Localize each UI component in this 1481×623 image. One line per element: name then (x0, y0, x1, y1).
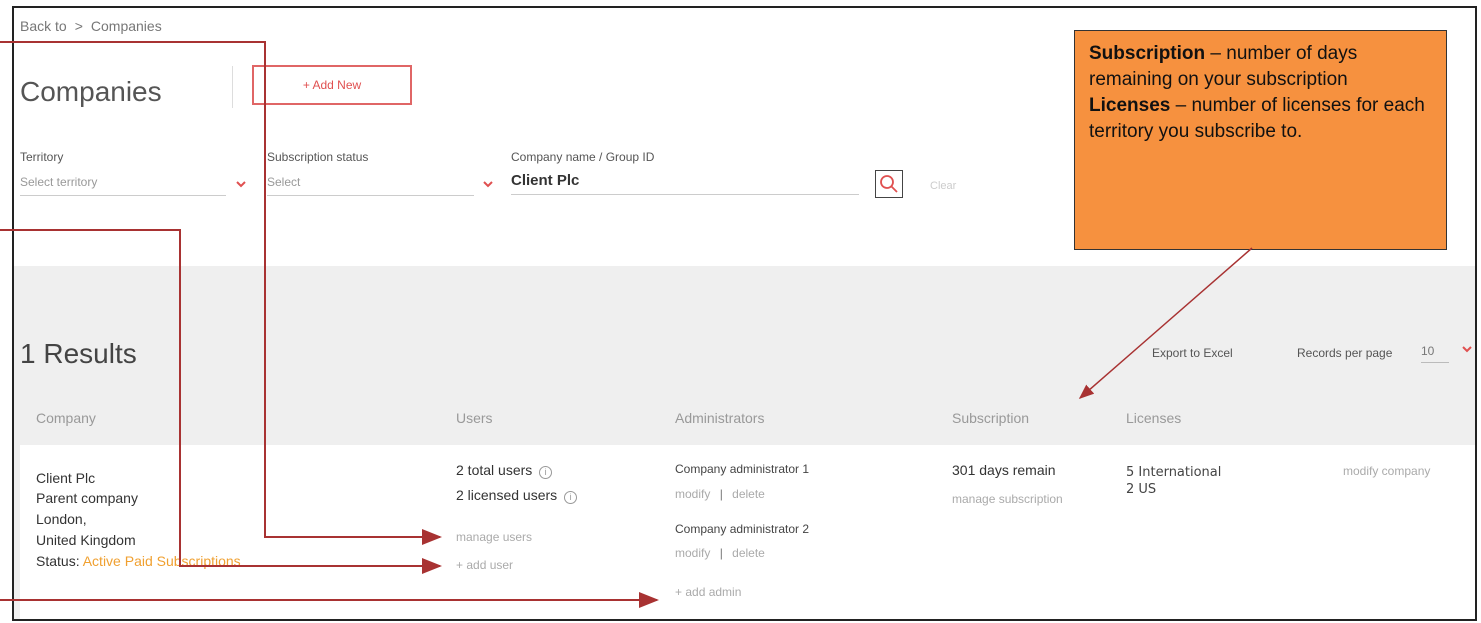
arrow-to-add-user (0, 229, 442, 574)
annotation-arrows (0, 41, 1253, 608)
arrow-to-subscription-header (1078, 247, 1253, 399)
arrow-to-manage-users (0, 41, 442, 545)
